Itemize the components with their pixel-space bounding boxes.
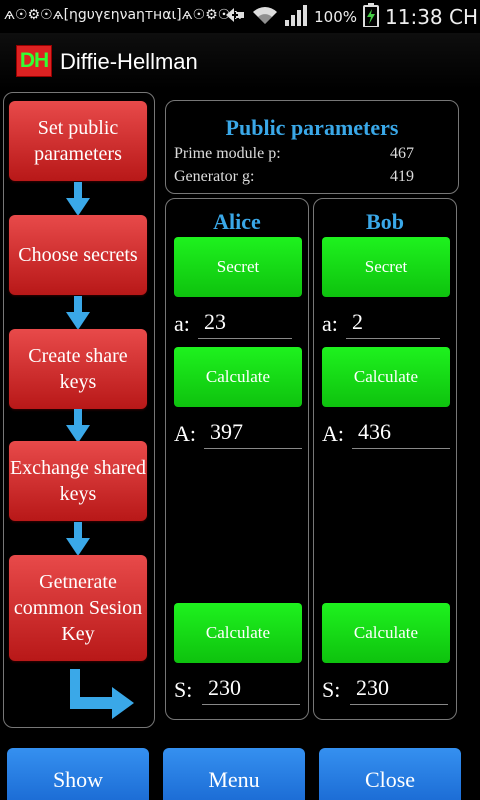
- alice-shared-row: S: 230: [174, 673, 302, 707]
- arrow-corner-right-icon: [70, 669, 134, 719]
- steps-panel: Set public parameters Choose secrets Cre…: [3, 92, 155, 728]
- alice-secret-label: a:: [174, 311, 190, 336]
- status-notification-text: ѧ☉⚙☉ѧ[ηgυγεηνaηтнαι]ѧ☉⚙☉ѧ: [4, 7, 242, 23]
- arrow-down-icon: [66, 182, 90, 216]
- alice-shared-field[interactable]: 230: [202, 675, 300, 705]
- alice-public-field[interactable]: 397: [204, 419, 302, 449]
- prime-label: Prime module p:: [174, 145, 281, 162]
- prime-value: 467: [390, 145, 414, 162]
- generator-value: 419: [390, 168, 414, 185]
- bob-public-label: A:: [322, 421, 344, 446]
- status-icons: 100% 11:38 CH: [224, 2, 478, 32]
- bob-secret-label: a:: [322, 311, 338, 336]
- arrow-down-icon: [66, 522, 90, 556]
- public-parameters-panel: Public parameters Prime module p: 467 Ge…: [165, 100, 459, 194]
- alice-public-label: A:: [174, 421, 196, 446]
- step-generate-session-key-button[interactable]: Getnerate common Sesion Key: [9, 555, 147, 661]
- alice-secret-button[interactable]: Secret: [174, 237, 302, 297]
- prime-row: Prime module p: 467: [174, 145, 414, 163]
- app-logo-icon: DH: [16, 45, 52, 77]
- bob-title: Bob: [366, 209, 404, 234]
- alice-shared-label: S:: [174, 677, 193, 702]
- alice-secret-field[interactable]: 23: [198, 309, 292, 339]
- bob-secret-row: a: 2: [322, 307, 450, 341]
- arrow-down-icon: [66, 296, 90, 330]
- app-title: Diffie-Hellman: [60, 49, 198, 74]
- step-choose-secrets-button[interactable]: Choose secrets: [9, 215, 147, 295]
- step-create-share-keys-button[interactable]: Create share keys: [9, 329, 147, 409]
- bob-shared-field[interactable]: 230: [350, 675, 448, 705]
- generator-label: Generator g:: [174, 168, 255, 185]
- alice-secret-row: a: 23: [174, 307, 302, 341]
- battery-percent: 100%: [314, 8, 357, 26]
- bob-secret-field[interactable]: 2: [346, 309, 440, 339]
- nfc-icon: [224, 6, 246, 29]
- status-bar: ѧ☉⚙☉ѧ[ηgυγεηνaηтнαι]ѧ☉⚙☉ѧ 100% 11:38 CH: [0, 0, 480, 33]
- bob-public-row: A: 436: [322, 417, 450, 451]
- bob-calculate-shared-button[interactable]: Calculate: [322, 603, 450, 663]
- signal-icon: [284, 4, 308, 31]
- show-button[interactable]: Show: [7, 748, 149, 800]
- action-bar: DH Diffie-Hellman: [0, 33, 480, 89]
- close-button[interactable]: Close: [319, 748, 461, 800]
- bob-calculate-button[interactable]: Calculate: [322, 347, 450, 407]
- generator-row: Generator g: 419: [174, 168, 414, 186]
- alice-calculate-shared-button[interactable]: Calculate: [174, 603, 302, 663]
- public-parameters-title: Public parameters: [225, 115, 399, 140]
- step-set-public-parameters-button[interactable]: Set public parameters: [9, 101, 147, 181]
- bob-public-field[interactable]: 436: [352, 419, 450, 449]
- alice-panel: Alice Secret a: 23 Calculate A: 397 Calc…: [165, 198, 309, 720]
- clock: 11:38 CH: [385, 5, 478, 29]
- battery-charging-icon: [363, 2, 379, 32]
- wifi-icon: [252, 5, 278, 30]
- menu-button[interactable]: Menu: [163, 748, 305, 800]
- step-exchange-shared-keys-button[interactable]: Exchange shared keys: [9, 441, 147, 521]
- alice-title: Alice: [213, 209, 261, 234]
- bob-shared-row: S: 230: [322, 673, 450, 707]
- alice-calculate-button[interactable]: Calculate: [174, 347, 302, 407]
- alice-public-row: A: 397: [174, 417, 302, 451]
- bob-panel: Bob Secret a: 2 Calculate A: 436 Calcula…: [313, 198, 457, 720]
- bob-secret-button[interactable]: Secret: [322, 237, 450, 297]
- bob-shared-label: S:: [322, 677, 341, 702]
- arrow-down-icon: [66, 409, 90, 443]
